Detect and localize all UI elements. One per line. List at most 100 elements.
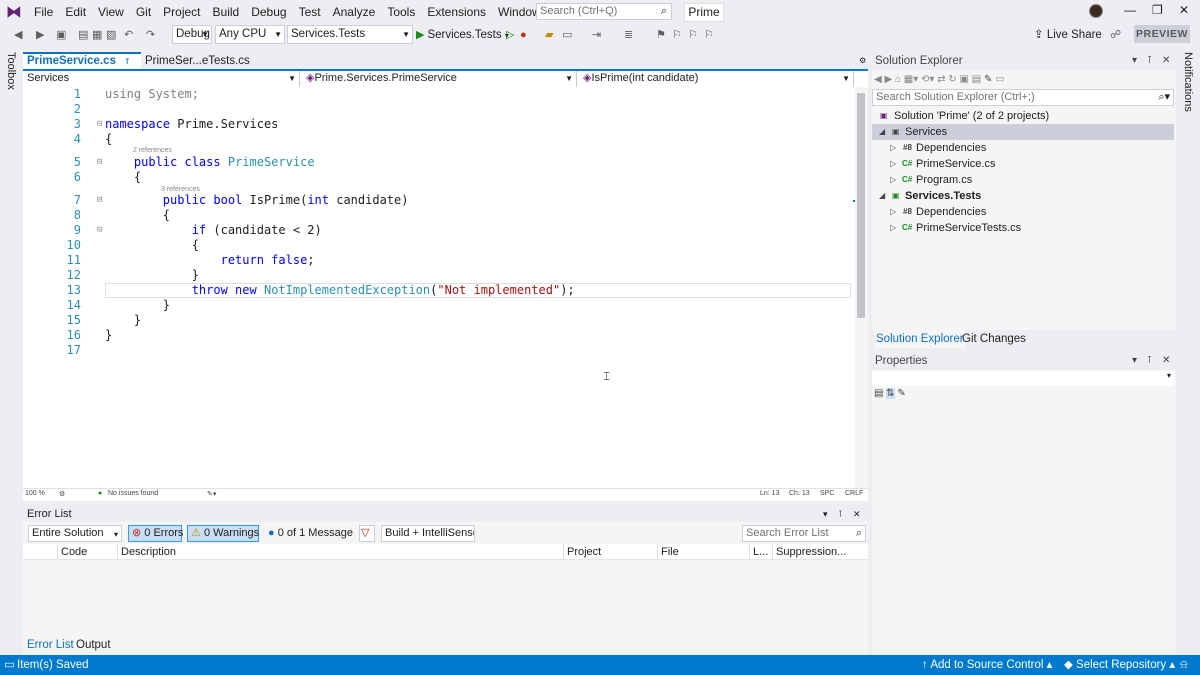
restore-icon[interactable]: ❐ [1152, 3, 1163, 17]
code-line[interactable]: 13 throw new NotImplementedException("No… [23, 283, 853, 298]
hot-reload-icon[interactable]: ● [520, 27, 527, 43]
configuration-dropdown[interactable]: Debug ▼ [172, 25, 212, 44]
save-all-icon[interactable]: ▧ [106, 27, 116, 43]
code-line[interactable]: 14 } [23, 298, 853, 313]
whitespace-mode[interactable]: SPC [820, 490, 834, 497]
code-line[interactable]: 5 ⊟ public class PrimeService [23, 155, 853, 170]
back-icon[interactable]: ◀ [874, 74, 884, 85]
column-description[interactable]: Description [117, 544, 176, 560]
tree-item-services-tests-project[interactable]: ◢ ▣ Services.Tests [872, 188, 1174, 204]
zoom-level[interactable]: 100 % [25, 490, 45, 497]
code-line[interactable]: 10 { [23, 238, 853, 253]
column-suppression[interactable]: Suppression... [772, 544, 846, 560]
code-line[interactable]: 16} [23, 328, 853, 343]
pin-icon[interactable]: ⊺ [1147, 352, 1152, 370]
menu-analyze[interactable]: Analyze [327, 0, 382, 24]
global-search-input[interactable]: Search (Ctrl+Q) ⌕ [536, 3, 672, 20]
categorized-icon[interactable]: ▤ [874, 388, 883, 399]
column-line[interactable]: L... [749, 544, 768, 560]
column-code[interactable]: Code [57, 544, 87, 560]
tree-item-dependencies[interactable]: ▷ #8 Dependencies [872, 140, 1174, 156]
menu-edit[interactable]: Edit [59, 0, 92, 24]
step-icon[interactable]: ⇥ [592, 27, 601, 43]
source-dropdown[interactable]: Build + IntelliSense [381, 525, 475, 542]
preview-icon[interactable]: ▭ [995, 74, 1004, 85]
code-line[interactable]: 1 using System; [23, 87, 853, 102]
add-to-source-control-button[interactable]: ↑ Add to Source Control ▴ [922, 655, 1052, 675]
solution-name-badge[interactable]: Prime [684, 3, 724, 22]
code-line[interactable]: 12 } [23, 268, 853, 283]
code-line[interactable]: 15 } [23, 313, 853, 328]
back-icon[interactable]: ◀ [14, 27, 22, 43]
avatar[interactable] [1089, 4, 1103, 18]
comment-icon[interactable]: ≣ [624, 27, 633, 43]
messages-filter-button[interactable]: ● 0 of 1 Message [264, 525, 354, 542]
redo-icon[interactable]: ↷ [146, 27, 155, 43]
menu-debug[interactable]: Debug [245, 0, 292, 24]
menu-file[interactable]: File [28, 0, 59, 24]
tree-item-solution[interactable]: ▣ Solution 'Prime' (2 of 2 projects) [872, 108, 1174, 124]
branch-icon[interactable]: ⚙ [59, 490, 65, 498]
bookmark-icon[interactable]: ⚑ [656, 27, 666, 43]
undo-icon[interactable]: ↶ [124, 27, 133, 43]
column-file[interactable]: File [657, 544, 679, 560]
code-line[interactable]: 3 ⊟ namespace Prime.Services [23, 117, 853, 132]
new-project-icon[interactable]: ▣ [56, 27, 66, 43]
scrollbar-thumb[interactable] [857, 93, 865, 318]
tab-output[interactable]: Output [76, 636, 111, 655]
close-icon[interactable]: ✕ [1162, 52, 1170, 70]
tree-item-dependencies[interactable]: ▷ #8 Dependencies [872, 204, 1174, 220]
menu-git[interactable]: Git [130, 0, 157, 24]
code-line[interactable]: 17 [23, 343, 853, 358]
fold-toggle-icon[interactable]: ⊟ [97, 223, 102, 238]
close-icon[interactable]: ✕ [1179, 3, 1189, 17]
fold-toggle-icon[interactable]: ⊟ [97, 193, 102, 208]
properties-icon[interactable]: ✎ [984, 74, 995, 85]
pin-icon[interactable]: ⊺ [838, 506, 843, 522]
tree-item-primeservicetests-cs[interactable]: ▷ C# PrimeServiceTests.cs [872, 220, 1174, 236]
chevron-down-icon[interactable]: ▾ [1132, 52, 1137, 70]
code-editor[interactable]: 1 using System; 2 3 ⊟ namespace Prime.Service… [23, 87, 868, 488]
code-line[interactable]: 4{ [23, 132, 853, 147]
menu-build[interactable]: Build [207, 0, 246, 24]
collapsed-arrow-icon[interactable]: ▷ [890, 204, 896, 220]
collapsed-arrow-icon[interactable]: ▷ [890, 172, 896, 188]
feedback-icon[interactable]: ☍ [1110, 27, 1121, 43]
pin-icon[interactable]: ⊺ [1147, 52, 1152, 70]
member-nav-dropdown[interactable]: ◈IsPrime(int candidate) ▼ [579, 71, 854, 87]
tree-item-services-project[interactable]: ◢ ▣ Services [872, 124, 1174, 140]
property-pages-icon[interactable]: ✎ [897, 388, 905, 399]
menu-view[interactable]: View [92, 0, 130, 24]
tab-primeservicetests[interactable]: PrimeSer...eTests.cs [141, 52, 263, 70]
menu-project[interactable]: Project [157, 0, 206, 24]
chevron-down-icon[interactable]: ▾ [1132, 352, 1137, 370]
pending-changes-icon[interactable]: ⟲▾ [921, 74, 937, 85]
notifications-icon[interactable]: ⍾ [1180, 655, 1188, 675]
save-icon[interactable]: ▦ [92, 27, 102, 43]
toolbox-tab[interactable]: Toolbox [5, 52, 17, 90]
code-line[interactable]: 2 [23, 102, 853, 117]
error-list-search-input[interactable]: Search Error List ⌕ [742, 525, 866, 542]
vertical-scrollbar[interactable] [855, 87, 868, 488]
menu-extensions[interactable]: Extensions [421, 0, 492, 24]
column-project[interactable]: Project [563, 544, 601, 560]
collapse-all-icon[interactable]: ▣ [960, 74, 972, 85]
warnings-filter-button[interactable]: ⚠ 0 Warnings [187, 525, 259, 542]
code-line[interactable]: 11 return false; [23, 253, 853, 268]
live-share-button[interactable]: ⇪ Live Share [1034, 27, 1102, 43]
code-line[interactable]: 9 ⊟ if (candidate < 2) [23, 223, 853, 238]
properties-object-dropdown[interactable]: ▾ [872, 371, 1174, 386]
preview-badge[interactable]: PREVIEW [1134, 25, 1190, 43]
code-line[interactable]: 6 { [23, 170, 853, 185]
sync-icon[interactable]: ⇄ [937, 74, 948, 85]
scope-dropdown[interactable]: Entire Solution ▾ [28, 525, 122, 542]
open-icon[interactable]: ▤ [78, 27, 88, 43]
startup-project-dropdown[interactable]: Services.Tests ▼ [287, 25, 413, 44]
pin-icon[interactable]: ⊺ [125, 57, 129, 66]
type-nav-dropdown[interactable]: ◈Prime.Services.PrimeService ▼ [302, 71, 577, 87]
refresh-icon[interactable]: ↻ [948, 74, 959, 85]
select-repository-button[interactable]: ◆ Select Repository ▴ [1064, 655, 1175, 675]
project-nav-dropdown[interactable]: Services ▼ [23, 71, 300, 87]
bookmark-prev-icon[interactable]: ⚐ [672, 27, 682, 43]
collapsed-arrow-icon[interactable]: ▷ [890, 156, 896, 172]
